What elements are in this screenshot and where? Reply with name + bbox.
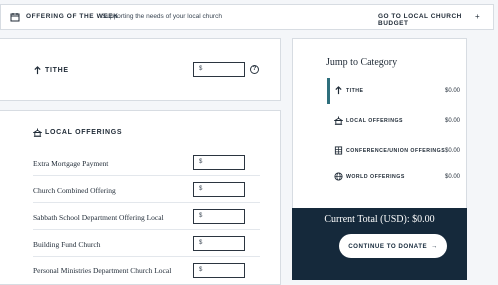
category-item-local-offerings[interactable]: LOCAL OFFERINGS $0.00 [327, 108, 462, 134]
offering-amount-input[interactable]: $ [193, 155, 245, 170]
calendar-icon [10, 13, 20, 22]
category-amount: $0.00 [444, 88, 460, 94]
offering-row-label: Sabbath School Department Offering Local [33, 213, 164, 222]
category-item-world-offerings[interactable]: WORLD OFFERINGS $0.00 [327, 164, 462, 190]
local-offerings-heading: LOCAL OFFERINGS [45, 129, 123, 136]
current-total-panel: Current Total (USD): $0.00 CONTINUE TO D… [292, 208, 467, 280]
offering-amount-input[interactable]: $ [193, 209, 245, 224]
category-item-tithe[interactable]: TITHE $0.00 [327, 78, 462, 104]
offering-row-label: Church Combined Offering [33, 186, 116, 195]
info-icon[interactable]: ? [250, 65, 259, 74]
plus-icon[interactable]: + [475, 12, 480, 21]
row-divider [33, 229, 260, 230]
globe-icon [334, 172, 343, 181]
active-indicator [327, 78, 330, 104]
offering-row-label: Building Fund Church [33, 240, 101, 249]
category-item-conference-union-offerings[interactable]: CONFERENCE/UNION OFFERINGS $0.00 [327, 138, 462, 164]
row-divider [33, 175, 260, 176]
tithe-amount-input[interactable]: $ [193, 62, 245, 77]
category-amount: $0.00 [444, 148, 460, 154]
category-label: LOCAL OFFERINGS [346, 118, 403, 124]
church-icon [33, 128, 42, 137]
local-offerings-card [0, 110, 281, 285]
offering-amount-input[interactable]: $ [193, 182, 245, 197]
offering-banner: OFFERING OF THE WEEK Supporting the need… [0, 4, 494, 30]
offering-amount-input[interactable]: $ [193, 263, 245, 278]
jump-to-category-title: Jump to Category [326, 57, 398, 68]
row-divider [33, 256, 260, 257]
offering-row-label: Personal Ministries Department Church Lo… [33, 266, 172, 275]
category-label: CONFERENCE/UNION OFFERINGS [346, 148, 446, 154]
row-divider [33, 202, 260, 203]
category-label: TITHE [346, 88, 364, 94]
offering-amount-input[interactable]: $ [193, 236, 245, 251]
category-amount: $0.00 [444, 174, 460, 180]
church-icon [334, 116, 343, 125]
tithe-arrow-icon [34, 66, 41, 75]
tithe-arrow-icon [335, 86, 342, 95]
building-icon [334, 146, 343, 155]
current-total: Current Total (USD): $0.00 [324, 214, 435, 225]
tithe-heading: TITHE [45, 67, 69, 74]
category-amount: $0.00 [444, 118, 460, 124]
category-label: WORLD OFFERINGS [346, 174, 405, 180]
continue-to-donate-button[interactable]: CONTINUE TO DONATE → [339, 234, 447, 258]
donate-button-label: CONTINUE TO DONATE [348, 242, 428, 250]
offering-row-label: Extra Mortgage Payment [33, 159, 109, 168]
banner-subtitle: Supporting the needs of your local churc… [102, 13, 222, 20]
arrow-right-icon: → [431, 242, 438, 250]
